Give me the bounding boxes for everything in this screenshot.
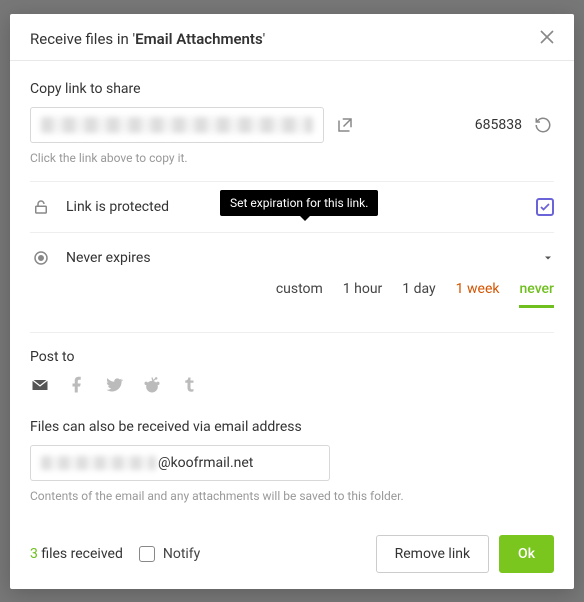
email-label: Files can also be received via email add…: [30, 419, 554, 435]
files-count-number: 3: [30, 546, 38, 562]
post-to-label: Post to: [30, 349, 554, 365]
twitter-icon[interactable]: [104, 375, 124, 399]
link-protected-row[interactable]: Link is protected Set expiration for thi…: [30, 182, 554, 233]
files-received: 3 files received: [30, 546, 123, 562]
title-prefix: Receive files in ': [30, 30, 135, 48]
modal-title: Receive files in 'Email Attachments': [30, 30, 265, 48]
folder-name: Email Attachments: [135, 30, 263, 48]
copy-link-hint: Click the link above to copy it.: [30, 151, 554, 165]
open-link-icon[interactable]: [334, 114, 356, 136]
redacted-email-local: [41, 456, 156, 470]
share-link-input[interactable]: [30, 107, 324, 143]
notify-label: Notify: [163, 546, 200, 562]
receive-files-modal: Receive files in 'Email Attachments' Cop…: [10, 14, 574, 589]
email-hint: Contents of the email and any attachment…: [30, 489, 554, 503]
exp-option-custom[interactable]: custom: [276, 281, 323, 308]
facebook-icon[interactable]: [68, 376, 86, 398]
modal-body: Copy link to share 685838 Click the link…: [10, 61, 574, 519]
link-row: 685838: [30, 107, 554, 143]
expiration-row[interactable]: Never expires custom 1 hour 1 day 1 week…: [30, 233, 554, 316]
divider: [30, 332, 554, 333]
modal-footer: 3 files received Notify Remove link Ok: [10, 519, 574, 589]
remove-link-button[interactable]: Remove link: [376, 535, 489, 573]
tumblr-icon[interactable]: [180, 376, 198, 398]
link-counter-area: 685838: [475, 114, 554, 136]
checkbox-icon: [139, 546, 155, 562]
link-counter: 685838: [475, 117, 522, 133]
lock-icon: [30, 196, 52, 218]
redacted-link: [41, 117, 313, 133]
files-count-text: files received: [38, 546, 123, 562]
modal-header: Receive files in 'Email Attachments': [10, 14, 574, 61]
chevron-down-icon[interactable]: [542, 252, 554, 264]
protection-checkbox[interactable]: [536, 198, 554, 216]
reddit-icon[interactable]: [142, 375, 162, 399]
notify-checkbox[interactable]: Notify: [139, 546, 200, 562]
exp-option-day[interactable]: 1 day: [402, 281, 435, 308]
mail-icon[interactable]: [30, 375, 50, 399]
expiration-label: Never expires: [66, 250, 151, 266]
title-suffix: ': [263, 30, 266, 48]
expiration-tooltip: Set expiration for this link.: [220, 190, 378, 216]
link-protected-label: Link is protected: [66, 199, 169, 215]
ok-button[interactable]: Ok: [499, 535, 554, 573]
email-domain: @koofrmail.net: [158, 455, 253, 471]
target-icon: [30, 247, 52, 269]
refresh-icon[interactable]: [532, 114, 554, 136]
exp-option-never[interactable]: never: [519, 281, 554, 308]
receive-email-input[interactable]: @koofrmail.net: [30, 445, 330, 481]
social-row: [30, 375, 554, 399]
exp-option-hour[interactable]: 1 hour: [343, 281, 383, 308]
copy-link-label: Copy link to share: [30, 81, 554, 97]
close-icon[interactable]: [540, 30, 554, 48]
exp-option-week[interactable]: 1 week: [456, 281, 500, 308]
